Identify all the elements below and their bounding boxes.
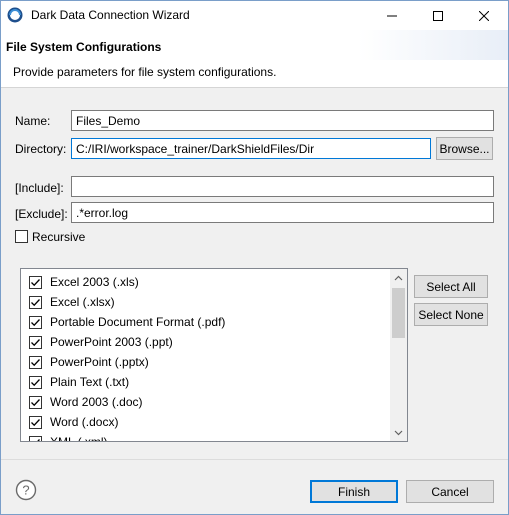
title-bar: Dark Data Connection Wizard <box>1 1 508 30</box>
file-type-label: Plain Text (.txt) <box>50 375 130 389</box>
svg-text:?: ? <box>22 483 29 498</box>
checkmark-icon <box>31 399 40 407</box>
select-none-button[interactable]: Select None <box>414 303 488 326</box>
scroll-down-button[interactable] <box>390 424 407 441</box>
page-title: File System Configurations <box>6 40 162 54</box>
checkmark-icon <box>31 299 40 307</box>
file-type-checkbox[interactable] <box>29 416 42 429</box>
finish-button[interactable]: Finish <box>310 480 398 503</box>
name-label: Name: <box>15 114 51 128</box>
exclude-field[interactable]: .*error.log <box>71 202 494 223</box>
checkmark-icon <box>31 359 40 367</box>
minimize-button[interactable] <box>369 1 415 30</box>
file-type-list[interactable]: Excel 2003 (.xls) Excel (.xlsx) Portable D… <box>20 268 408 442</box>
select-all-button[interactable]: Select All <box>414 275 488 298</box>
file-type-label: Excel 2003 (.xls) <box>50 275 139 289</box>
window-title: Dark Data Connection Wizard <box>31 8 190 22</box>
file-type-label: Word (.docx) <box>50 415 119 429</box>
file-type-label: PowerPoint 2003 (.ppt) <box>50 335 173 349</box>
recursive-checkbox[interactable] <box>15 230 28 243</box>
checkmark-icon <box>31 319 40 327</box>
maximize-button[interactable] <box>415 1 461 30</box>
include-field[interactable] <box>71 176 494 197</box>
wizard-window: Dark Data Connection Wizard File System … <box>0 0 509 515</box>
chevron-up-icon <box>394 275 403 280</box>
checkmark-icon <box>31 339 40 347</box>
file-type-label: PowerPoint (.pptx) <box>50 355 149 369</box>
recursive-label: Recursive <box>32 230 86 244</box>
file-type-checkbox[interactable] <box>29 296 42 309</box>
close-button[interactable] <box>461 1 507 30</box>
include-label: [Include]: <box>15 181 64 195</box>
scroll-up-button[interactable] <box>390 269 407 286</box>
file-type-label: Portable Document Format (.pdf) <box>50 315 226 329</box>
maximize-icon <box>433 10 443 21</box>
file-type-label: Excel (.xlsx) <box>50 295 115 309</box>
list-item[interactable]: Excel 2003 (.xls) <box>21 272 389 292</box>
name-field[interactable]: Files_Demo <box>71 110 494 131</box>
file-type-label: Word 2003 (.doc) <box>50 395 143 409</box>
checkmark-icon <box>31 419 40 427</box>
list-item[interactable]: Portable Document Format (.pdf) <box>21 312 389 332</box>
file-type-checkbox[interactable] <box>29 356 42 369</box>
list-item[interactable]: Word (.docx) <box>21 412 389 432</box>
directory-label: Directory: <box>15 142 67 156</box>
list-scrollbar[interactable] <box>390 269 407 441</box>
file-type-label: XML (.xml) <box>50 435 108 442</box>
cancel-button[interactable]: Cancel <box>406 480 494 503</box>
footer-separator <box>1 459 508 460</box>
file-type-checkbox[interactable] <box>29 316 42 329</box>
file-type-checkbox[interactable] <box>29 436 42 441</box>
list-item[interactable]: Excel (.xlsx) <box>21 292 389 312</box>
file-type-checkbox[interactable] <box>29 336 42 349</box>
chevron-down-icon <box>394 430 403 435</box>
banner-decoration <box>358 30 508 60</box>
list-item[interactable]: Plain Text (.txt) <box>21 372 389 392</box>
close-icon <box>479 10 489 21</box>
list-item[interactable]: PowerPoint 2003 (.ppt) <box>21 332 389 352</box>
list-item[interactable]: XML (.xml) <box>21 432 389 442</box>
page-description: Provide parameters for file system confi… <box>13 65 277 79</box>
scroll-thumb[interactable] <box>392 288 405 338</box>
list-item[interactable]: PowerPoint (.pptx) <box>21 352 389 372</box>
file-type-checkbox[interactable] <box>29 276 42 289</box>
checkmark-icon <box>31 279 40 287</box>
minimize-icon <box>387 15 397 16</box>
list-item[interactable]: Word 2003 (.doc) <box>21 392 389 412</box>
help-icon[interactable]: ? <box>15 479 37 501</box>
browse-button[interactable]: Browse... <box>436 137 493 160</box>
directory-field[interactable]: C:/IRI/workspace_trainer/DarkShieldFiles… <box>71 138 431 159</box>
checkmark-icon <box>37 439 40 441</box>
exclude-label: [Exclude]: <box>15 207 68 221</box>
checkmark-icon <box>31 379 40 387</box>
file-type-checkbox[interactable] <box>29 396 42 409</box>
wizard-banner: File System Configurations Provide param… <box>1 30 508 88</box>
app-logo-icon <box>7 7 23 23</box>
file-type-checkbox[interactable] <box>29 376 42 389</box>
